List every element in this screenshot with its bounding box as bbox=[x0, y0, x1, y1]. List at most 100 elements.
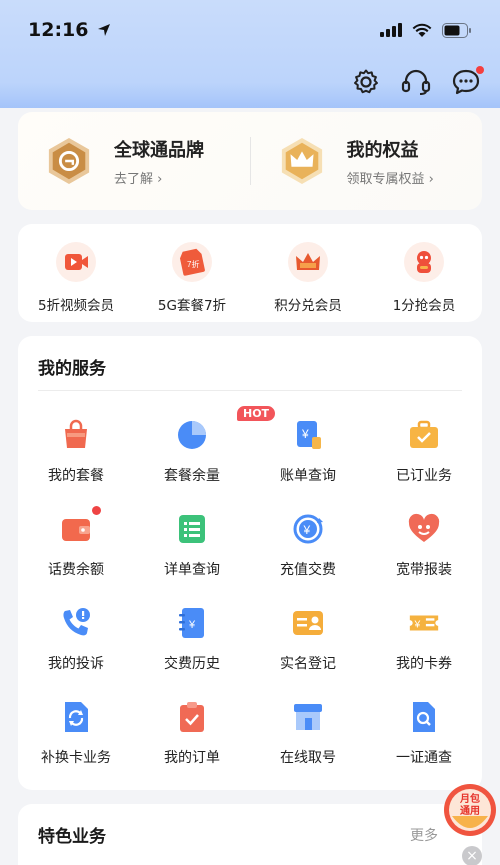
service-label: 我的卡券 bbox=[396, 656, 452, 672]
service-label: 一证通查 bbox=[396, 750, 452, 766]
special-services-card: 特色业务 更多 bbox=[18, 804, 482, 865]
section-divider bbox=[38, 390, 462, 391]
service-subscribed[interactable]: 已订业务 bbox=[366, 418, 482, 512]
my-rights-text: 我的权益 领取专属权益 › bbox=[347, 136, 434, 187]
headset-icon bbox=[401, 69, 431, 95]
battery-icon bbox=[442, 22, 471, 38]
crown-badge-icon bbox=[279, 136, 325, 186]
pie-chart-icon: HOT bbox=[175, 406, 276, 452]
shopping-bag-icon bbox=[59, 418, 93, 452]
promo-one-cent-member[interactable]: 1分抢会员 bbox=[366, 224, 482, 322]
recharge-yuan-icon: ¥ bbox=[291, 512, 325, 546]
services-grid: 我的套餐 HOT 套餐余量 ¥ 账单查询 已订业务 话费余额 详单查询 ¥ 充值… bbox=[18, 406, 482, 794]
service-label: 账单查询 bbox=[280, 468, 336, 484]
svg-text:¥: ¥ bbox=[414, 620, 421, 631]
video-member-icon bbox=[56, 242, 96, 282]
service-label: 套餐余量 bbox=[164, 468, 220, 484]
float-ad-line1: 月包 bbox=[459, 792, 480, 805]
service-label: 已订业务 bbox=[396, 468, 452, 484]
service-online-queue[interactable]: 在线取号 bbox=[250, 700, 366, 794]
sim-search-icon bbox=[407, 700, 441, 734]
more-link[interactable]: 更多 bbox=[410, 825, 438, 845]
my-rights-entry[interactable]: 我的权益 领取专属权益 › bbox=[251, 112, 483, 210]
promo-label: 积分兑会员 bbox=[274, 298, 342, 314]
my-rights-title: 我的权益 bbox=[346, 139, 419, 161]
status-time: 12:16 bbox=[28, 19, 89, 41]
global-brand-title: 全球通品牌 bbox=[114, 139, 204, 161]
crown-points-icon bbox=[288, 242, 328, 282]
top-actions bbox=[350, 66, 484, 98]
service-label: 充值交费 bbox=[280, 562, 336, 578]
promo-card: 5折视频会员 7折 5G套餐7折 积分兑会员 1分抢会员 bbox=[18, 224, 482, 322]
message-unread-dot bbox=[476, 66, 484, 74]
service-phone-balance[interactable]: 话费余额 bbox=[18, 506, 134, 606]
messages-button[interactable] bbox=[450, 66, 484, 98]
promo-label: 5G套餐7折 bbox=[157, 298, 227, 314]
service-bill-query[interactable]: ¥ 账单查询 bbox=[250, 418, 366, 512]
service-label: 我的投诉 bbox=[48, 656, 104, 672]
service-my-coupons[interactable]: ¥ 我的卡券 bbox=[366, 606, 482, 700]
service-label: 交费历史 bbox=[164, 656, 220, 672]
phone-alert-icon bbox=[59, 606, 93, 640]
close-floating-button[interactable]: × bbox=[462, 846, 482, 865]
svg-text:¥: ¥ bbox=[303, 523, 311, 537]
wifi-icon bbox=[412, 23, 432, 37]
customer-service-button[interactable] bbox=[400, 66, 432, 98]
service-label: 我的套餐 bbox=[48, 468, 104, 484]
store-front-icon bbox=[291, 700, 325, 734]
promo-5g-discount[interactable]: 7折 5G套餐7折 bbox=[134, 224, 250, 322]
signal-icon bbox=[380, 23, 402, 37]
service-real-name[interactable]: 实名登记 bbox=[250, 606, 366, 700]
float-ad-line2: 通用 bbox=[460, 805, 480, 817]
settings-button[interactable] bbox=[350, 66, 382, 98]
status-indicators bbox=[380, 22, 472, 38]
service-complaint[interactable]: 我的投诉 bbox=[18, 606, 134, 700]
service-recharge[interactable]: ¥ 充值交费 bbox=[250, 512, 366, 606]
heart-home-icon bbox=[407, 512, 441, 546]
global-brand-link[interactable]: 去了解 › bbox=[114, 168, 204, 187]
service-my-plan[interactable]: 我的套餐 bbox=[18, 418, 134, 512]
status-time-group: 12:16 bbox=[28, 19, 112, 41]
sim-refresh-icon bbox=[59, 700, 93, 734]
floating-promo[interactable]: 月包 通用 bbox=[438, 780, 498, 842]
service-label: 在线取号 bbox=[280, 750, 336, 766]
coupon-icon: ¥ bbox=[407, 606, 441, 640]
close-icon: × bbox=[466, 848, 478, 864]
bill-yuan-icon: ¥ bbox=[291, 418, 325, 452]
special-services-title: 特色业务 bbox=[38, 827, 106, 847]
promo-points-member[interactable]: 积分兑会员 bbox=[250, 224, 366, 322]
svg-text:7折: 7折 bbox=[187, 259, 199, 269]
service-my-orders[interactable]: 我的订单 bbox=[134, 700, 250, 794]
service-detail-query[interactable]: 详单查询 bbox=[134, 512, 250, 606]
service-label: 实名登记 bbox=[280, 656, 336, 672]
status-bar: 12:16 bbox=[0, 0, 500, 60]
svg-text:¥: ¥ bbox=[188, 619, 196, 631]
service-broadband[interactable]: 宽带报装 bbox=[366, 512, 482, 606]
list-detail-icon bbox=[175, 512, 209, 546]
my-services-card: 我的服务 我的套餐 HOT 套餐余量 ¥ 账单查询 已订业务 话费余额 详单查询… bbox=[18, 336, 482, 790]
discount-tag-icon: 7折 bbox=[172, 242, 212, 282]
id-card-icon bbox=[291, 606, 325, 640]
balance-alert-dot bbox=[92, 506, 101, 515]
my-rights-link[interactable]: 领取专属权益 › bbox=[347, 168, 434, 187]
global-brand-badge-icon bbox=[46, 136, 92, 186]
global-brand-entry[interactable]: 全球通品牌 去了解 › bbox=[18, 112, 250, 210]
wallet-icon bbox=[59, 506, 101, 546]
promo-label: 1分抢会员 bbox=[392, 298, 456, 314]
service-label: 话费余额 bbox=[48, 562, 104, 578]
gear-icon bbox=[354, 69, 378, 94]
service-label: 宽带报装 bbox=[396, 562, 452, 578]
clipboard-check-icon bbox=[175, 700, 209, 734]
promo-video-member[interactable]: 5折视频会员 bbox=[18, 224, 134, 322]
service-replace-card[interactable]: 补换卡业务 bbox=[18, 700, 134, 794]
service-label: 详单查询 bbox=[164, 562, 220, 578]
my-services-title: 我的服务 bbox=[38, 359, 106, 379]
svg-text:¥: ¥ bbox=[301, 427, 309, 441]
service-plan-balance[interactable]: HOT 套餐余量 bbox=[134, 406, 276, 512]
service-payment-history[interactable]: ¥ 交费历史 bbox=[134, 606, 250, 700]
brand-card: 全球通品牌 去了解 › 我的权益 领取专属权益 › bbox=[18, 112, 482, 210]
monthly-pack-badge-icon: 月包 通用 bbox=[444, 784, 496, 836]
notebook-yuan-icon: ¥ bbox=[175, 606, 209, 640]
service-label: 我的订单 bbox=[164, 750, 220, 766]
service-label: 补换卡业务 bbox=[41, 750, 111, 766]
